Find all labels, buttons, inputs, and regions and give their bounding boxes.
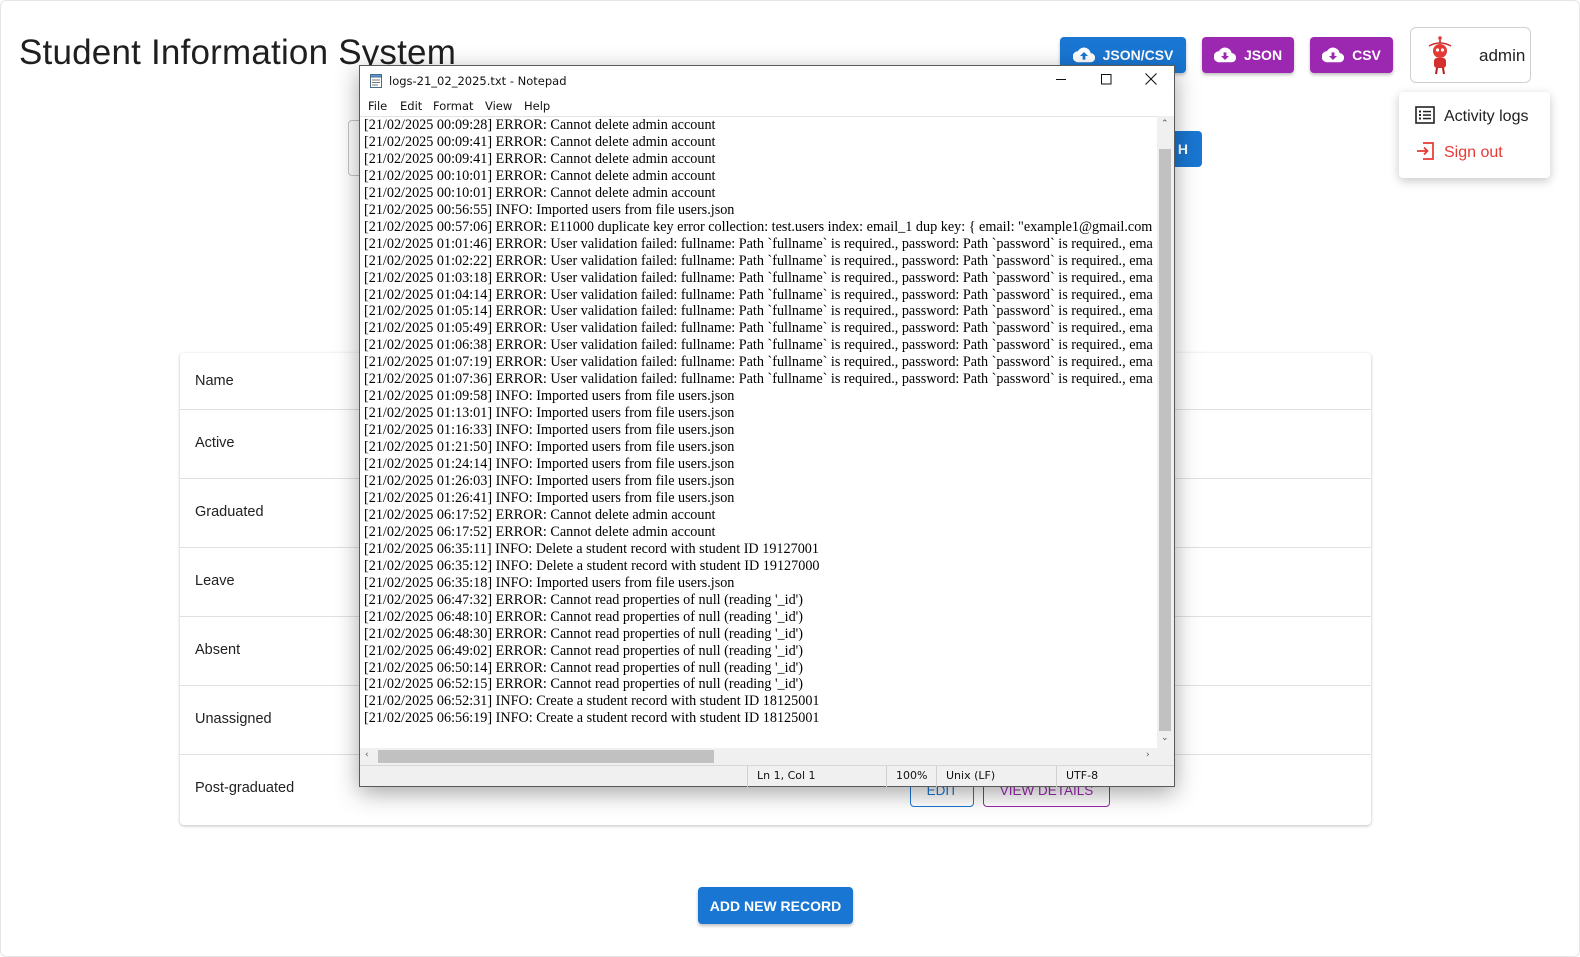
robot-avatar-icon — [1425, 36, 1455, 76]
export-csv-button[interactable]: CSV — [1310, 37, 1393, 73]
log-line: [21/02/2025 06:50:14] ERROR: Cannot read… — [364, 659, 803, 676]
scroll-right-icon[interactable]: › — [1146, 750, 1150, 760]
user-menu: Activity logs Sign out — [1399, 92, 1550, 178]
maximize-icon — [1100, 72, 1112, 90]
search-button-label: H — [1177, 141, 1188, 157]
maximize-button[interactable] — [1083, 66, 1129, 96]
menu-help[interactable]: Help — [524, 99, 550, 113]
notepad-statusbar: Ln 1, Col 1 100% Unix (LF) UTF-8 — [360, 765, 1174, 787]
log-line: [21/02/2025 01:05:14] ERROR: User valida… — [364, 303, 1153, 320]
cloud-download-icon — [1322, 47, 1345, 63]
log-line: [21/02/2025 06:35:18] INFO: Imported use… — [364, 574, 735, 591]
log-line: [21/02/2025 06:17:52] ERROR: Cannot dele… — [364, 523, 716, 540]
log-line: [21/02/2025 01:02:22] ERROR: User valida… — [364, 252, 1153, 269]
log-line: [21/02/2025 01:09:58] INFO: Imported use… — [364, 388, 735, 405]
log-line: [21/02/2025 06:52:15] ERROR: Cannot read… — [364, 676, 803, 693]
minimize-button[interactable] — [1038, 66, 1084, 96]
menu-file[interactable]: File — [368, 99, 387, 113]
menu-edit[interactable]: Edit — [400, 99, 422, 113]
add-new-record-label: ADD NEW RECORD — [709, 897, 842, 914]
log-line: [21/02/2025 01:16:33] INFO: Imported use… — [364, 422, 735, 439]
row-label: Post-graduated — [195, 780, 295, 796]
username-label: admin — [1479, 46, 1526, 65]
line-ending: Unix (LF) — [936, 766, 1056, 787]
row-label: Absent — [195, 642, 241, 658]
scroll-down-icon[interactable]: ⌄ — [1161, 733, 1169, 743]
close-button[interactable] — [1128, 66, 1174, 96]
log-line: [21/02/2025 06:17:52] ERROR: Cannot dele… — [364, 506, 716, 523]
export-json-button[interactable]: JSON — [1202, 37, 1294, 73]
log-line: [21/02/2025 01:04:14] ERROR: User valida… — [364, 286, 1153, 303]
log-line: [21/02/2025 00:09:41] ERROR: Cannot dele… — [364, 150, 716, 167]
cursor-position: Ln 1, Col 1 — [747, 766, 886, 787]
sign-out-icon — [1415, 141, 1435, 166]
log-line: [21/02/2025 01:21:50] INFO: Imported use… — [364, 439, 735, 456]
notepad-menubar: File Edit Format View Help — [360, 96, 1174, 116]
menu-view[interactable]: View — [485, 99, 512, 113]
cloud-download-icon — [1213, 47, 1236, 63]
log-line: [21/02/2025 00:10:01] ERROR: Cannot dele… — [364, 184, 716, 201]
row-label: Unassigned — [195, 711, 272, 727]
log-line: [21/02/2025 01:13:01] INFO: Imported use… — [364, 405, 735, 422]
cloud-upload-icon — [1072, 47, 1095, 63]
notepad-text-area[interactable]: [21/02/2025 00:09:28] ERROR: Cannot dele… — [360, 116, 1157, 748]
encoding: UTF-8 — [1056, 766, 1174, 787]
horizontal-scrollbar[interactable]: ‹ › — [360, 748, 1157, 765]
log-line: [21/02/2025 01:06:38] ERROR: User valida… — [364, 337, 1153, 354]
log-line: [21/02/2025 01:01:46] ERROR: User valida… — [364, 235, 1153, 252]
table-header-name: Name — [195, 373, 234, 389]
horizontal-scroll-thumb[interactable] — [378, 750, 714, 763]
log-line: [21/02/2025 06:49:02] ERROR: Cannot read… — [364, 642, 803, 659]
list-icon — [1415, 105, 1435, 129]
scrollbar-corner — [1157, 748, 1174, 765]
sign-out-label: Sign out — [1444, 144, 1503, 161]
scroll-left-icon[interactable]: ‹ — [365, 750, 369, 760]
log-line: [21/02/2025 01:07:36] ERROR: User valida… — [364, 371, 1153, 388]
minimize-icon — [1055, 72, 1067, 90]
log-line: [21/02/2025 01:03:18] ERROR: User valida… — [364, 269, 1153, 286]
log-line: [21/02/2025 01:07:19] ERROR: User valida… — [364, 354, 1153, 371]
log-line: [21/02/2025 00:57:06] ERROR: E11000 dupl… — [364, 218, 1153, 235]
log-lines: [21/02/2025 00:09:28] ERROR: Cannot dele… — [364, 117, 1153, 727]
scroll-up-icon[interactable]: ⌃ — [1161, 119, 1169, 129]
log-line: [21/02/2025 01:05:49] ERROR: User valida… — [364, 320, 1153, 337]
activity-logs-label: Activity logs — [1444, 108, 1529, 125]
log-line: [21/02/2025 01:26:03] INFO: Imported use… — [364, 473, 735, 490]
row-label: Active — [195, 435, 235, 451]
notepad-window: logs-21_02_2025.txt - Notepad File Edit … — [359, 65, 1175, 787]
notepad-titlebar[interactable]: logs-21_02_2025.txt - Notepad — [360, 66, 1174, 96]
vertical-scroll-thumb[interactable] — [1159, 149, 1171, 731]
menu-item-activity-logs[interactable]: Activity logs — [1415, 104, 1528, 130]
menu-format[interactable]: Format — [433, 99, 474, 113]
log-line: [21/02/2025 06:35:11] INFO: Delete a stu… — [364, 540, 819, 557]
export-csv-label: CSV — [1352, 47, 1381, 63]
log-line: [21/02/2025 06:35:12] INFO: Delete a stu… — [364, 557, 820, 574]
log-line: [21/02/2025 00:09:28] ERROR: Cannot dele… — [364, 117, 716, 133]
log-line: [21/02/2025 06:48:30] ERROR: Cannot read… — [364, 625, 803, 642]
add-new-record-button[interactable]: ADD NEW RECORD — [698, 887, 853, 924]
log-line: [21/02/2025 06:56:19] INFO: Create a stu… — [364, 710, 820, 727]
vertical-scrollbar[interactable]: ⌃ ⌄ — [1157, 116, 1174, 748]
row-label: Graduated — [195, 504, 264, 520]
log-line: [21/02/2025 06:52:31] INFO: Create a stu… — [364, 693, 820, 710]
log-line: [21/02/2025 00:10:01] ERROR: Cannot dele… — [364, 167, 716, 184]
log-line: [21/02/2025 06:48:10] ERROR: Cannot read… — [364, 608, 803, 625]
log-line: [21/02/2025 01:24:14] INFO: Imported use… — [364, 456, 735, 473]
log-line: [21/02/2025 01:26:41] INFO: Imported use… — [364, 489, 735, 506]
export-json-label: JSON — [1243, 47, 1283, 63]
log-line: [21/02/2025 06:47:32] ERROR: Cannot read… — [364, 591, 803, 608]
row-label: Leave — [195, 573, 235, 589]
import-json-csv-label: JSON/CSV — [1102, 47, 1174, 63]
menu-item-sign-out[interactable]: Sign out — [1415, 140, 1503, 166]
close-icon — [1145, 72, 1157, 90]
notepad-title: logs-21_02_2025.txt - Notepad — [389, 74, 567, 88]
notepad-icon — [370, 74, 382, 88]
zoom-level: 100% — [886, 766, 936, 787]
log-line: [21/02/2025 00:56:55] INFO: Imported use… — [364, 201, 735, 218]
user-account-button[interactable]: admin — [1410, 27, 1531, 83]
log-line: [21/02/2025 00:09:41] ERROR: Cannot dele… — [364, 133, 716, 150]
